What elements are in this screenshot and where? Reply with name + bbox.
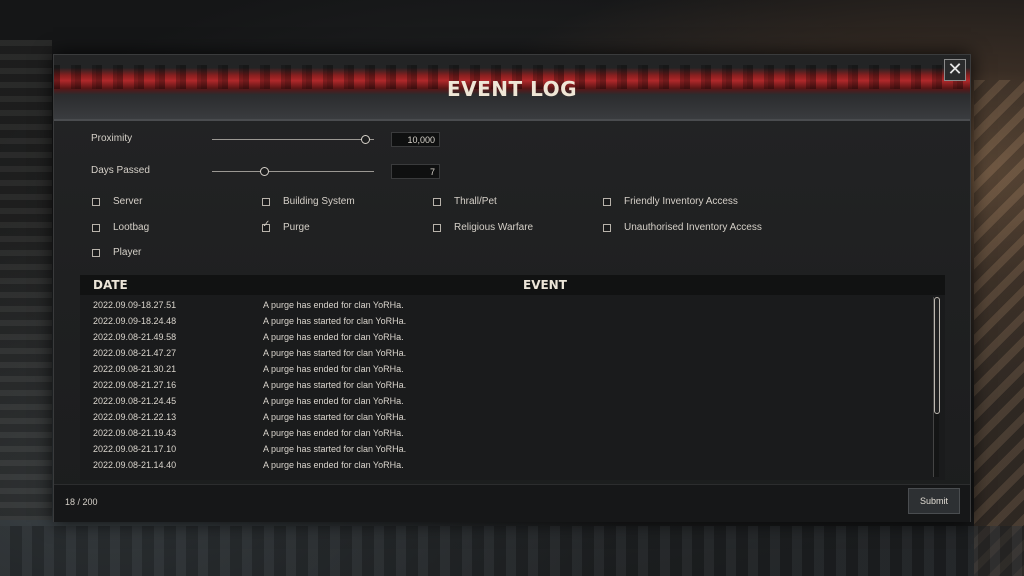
date-column-header: DATE	[93, 278, 128, 292]
background-ornament-bottom	[0, 526, 1024, 576]
proximity-slider-thumb[interactable]	[360, 135, 370, 144]
row-event: A purge has ended for clan YoRHa.	[263, 364, 404, 374]
filter-label: Friendly Inventory Access	[624, 196, 738, 207]
row-date: 2022.09.08-21.19.43	[93, 428, 177, 438]
row-date: 2022.09.08-21.30.21	[93, 364, 177, 374]
filter-unauthorised-inventory-access[interactable]: Unauthorised Inventory Access	[603, 222, 762, 233]
table-rows: 2022.09.09-18.27.51 A purge has ended for…	[80, 297, 930, 473]
row-date: 2022.09.08-21.49.58	[93, 332, 177, 342]
filter-label: Thrall/Pet	[454, 196, 497, 207]
filter-lootbag[interactable]: Lootbag	[92, 222, 149, 233]
row-date: 2022.09.09-18.24.48	[93, 316, 177, 326]
table-row: 2022.09.08-21.22.13 A purge has started f…	[80, 409, 930, 425]
filter-label: Religious Warfare	[454, 222, 534, 233]
row-event: A purge has ended for clan YoRHa.	[263, 300, 404, 310]
row-event: A purge has ended for clan YoRHa.	[263, 460, 404, 470]
row-event: A purge has started for clan YoRHa.	[263, 444, 407, 454]
checkbox-checked[interactable]	[262, 219, 270, 232]
row-date: 2022.09.08-21.14.40	[93, 460, 177, 470]
row-event: A purge has started for clan YoRHa.	[263, 316, 407, 326]
row-event: A purge has started for clan YoRHa.	[263, 348, 407, 358]
event-log-dialog: EVENT LOG ✕ Proximity Days Passed Server…	[53, 54, 971, 522]
checkbox[interactable]	[603, 223, 611, 232]
table-row: 2022.09.08-21.27.16 A purge has started f…	[80, 377, 930, 393]
filter-purge[interactable]: Purge	[262, 219, 310, 233]
table-header: DATE EVENT	[80, 275, 945, 295]
row-date: 2022.09.09-18.27.51	[93, 300, 177, 310]
filter-building-system[interactable]: Building System	[262, 196, 355, 207]
scrollbar-thumb[interactable]	[934, 297, 940, 414]
filter-label: Purge	[283, 222, 310, 233]
checkbox[interactable]	[92, 248, 100, 257]
event-count: 18 / 200	[65, 497, 98, 507]
table-row: 2022.09.08-21.47.27 A purge has started f…	[80, 345, 930, 361]
row-date: 2022.09.08-21.27.16	[93, 380, 177, 390]
checkbox[interactable]	[92, 197, 100, 206]
row-date: 2022.09.08-21.17.10	[93, 444, 177, 454]
row-date: 2022.09.08-21.22.13	[93, 412, 177, 422]
table-row: 2022.09.08-21.24.45 A purge has ended for…	[80, 393, 930, 409]
days-passed-slider-thumb[interactable]	[260, 167, 270, 176]
checkbox[interactable]	[92, 223, 100, 232]
dialog-header: EVENT LOG ✕	[54, 55, 970, 121]
filter-server[interactable]: Server	[92, 196, 142, 207]
filter-religious-warfare[interactable]: Religious Warfare	[433, 222, 533, 233]
filter-label: Building System	[283, 196, 355, 207]
row-date: 2022.09.08-21.24.45	[93, 396, 177, 406]
proximity-label: Proximity	[91, 133, 133, 144]
event-column-header: EVENT	[523, 278, 567, 292]
background-ornament-right	[974, 80, 1024, 576]
dialog-footer: 18 / 200 Submit	[54, 484, 970, 522]
table-row: 2022.09.08-21.14.40 A purge has ended for…	[80, 457, 930, 473]
table-row: 2022.09.08-21.49.58 A purge has ended for…	[80, 329, 930, 345]
proximity-value-input[interactable]	[391, 132, 440, 147]
event-table: DATE EVENT 2022.09.09-18.27.51 A purge ha…	[80, 275, 945, 480]
row-event: A purge has ended for clan YoRHa.	[263, 332, 404, 342]
proximity-slider-track[interactable]	[212, 139, 374, 140]
row-event: A purge has started for clan YoRHa.	[263, 380, 407, 390]
filter-label: Server	[113, 196, 143, 207]
table-row: 2022.09.08-21.17.10 A purge has started f…	[80, 441, 930, 457]
checkbox[interactable]	[433, 223, 441, 232]
days-passed-label: Days Passed	[91, 165, 150, 176]
table-row: 2022.09.09-18.27.51 A purge has ended for…	[80, 297, 930, 313]
close-icon[interactable]: ✕	[944, 59, 966, 81]
checkbox[interactable]	[433, 197, 441, 206]
dialog-title: EVENT LOG	[446, 77, 578, 101]
table-scrollbar[interactable]	[933, 297, 940, 477]
table-row: 2022.09.08-21.19.43 A purge has ended for…	[80, 425, 930, 441]
row-event: A purge has started for clan YoRHa.	[263, 412, 407, 422]
row-event: A purge has ended for clan YoRHa.	[263, 396, 404, 406]
filter-label: Unauthorised Inventory Access	[624, 222, 762, 233]
filter-label: Player	[113, 247, 142, 258]
background-ornament-left	[0, 40, 52, 520]
row-date: 2022.09.08-21.47.27	[93, 348, 177, 358]
table-row: 2022.09.08-21.30.21 A purge has ended for…	[80, 361, 930, 377]
row-event: A purge has ended for clan YoRHa.	[263, 428, 404, 438]
checkbox[interactable]	[603, 197, 611, 206]
filter-player[interactable]: Player	[92, 247, 141, 258]
filter-thrall-pet[interactable]: Thrall/Pet	[433, 196, 497, 207]
table-row: 2022.09.09-18.24.48 A purge has started f…	[80, 313, 930, 329]
checkbox[interactable]	[262, 197, 270, 206]
days-passed-value-input[interactable]	[391, 164, 440, 179]
days-passed-slider-track[interactable]	[212, 171, 374, 172]
filter-label: Lootbag	[113, 222, 150, 233]
submit-button[interactable]: Submit	[908, 488, 960, 514]
filter-friendly-inventory-access[interactable]: Friendly Inventory Access	[603, 196, 738, 207]
